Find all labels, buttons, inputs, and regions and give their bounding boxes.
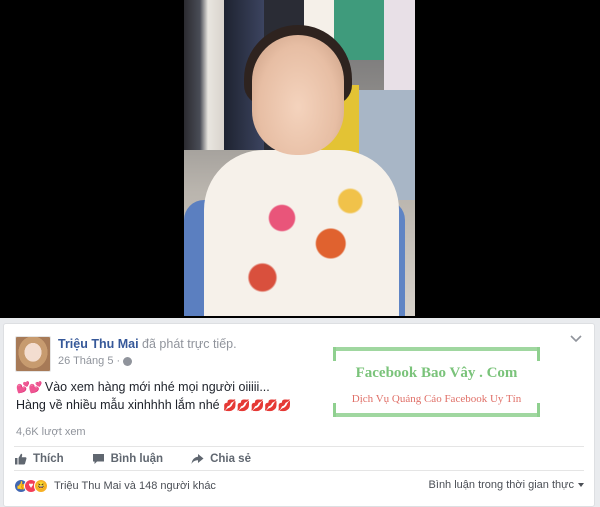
post-actions: Thích Bình luận Chia sẻ bbox=[14, 448, 251, 470]
author-action-text: đã phát trực tiếp. bbox=[142, 337, 237, 351]
share-icon bbox=[191, 454, 204, 464]
live-video-player[interactable] bbox=[0, 0, 600, 318]
post-meta: 26 Tháng 5 · bbox=[58, 355, 133, 367]
post-message-line: Hàng về nhiều mẫu xinhhhh lắm nhé 💋💋💋💋💋 bbox=[16, 397, 292, 415]
watermark: Facebook Bao Vây . Com Dịch Vụ Quảng Cáo… bbox=[333, 347, 540, 417]
view-count[interactable]: 4,6K lượt xem bbox=[16, 426, 86, 438]
post-text-line2: Hàng về nhiều mẫu xinhhhh lắm nhé bbox=[16, 398, 220, 412]
post-message: 💕💕 Vào xem hàng mới nhé mọi người oiiiii… bbox=[16, 379, 292, 415]
like-label: Thích bbox=[33, 453, 64, 465]
author-avatar[interactable] bbox=[15, 336, 51, 372]
reactions-text: Triệu Thu Mai và 148 người khác bbox=[54, 480, 216, 492]
post-date[interactable]: 26 Tháng 5 bbox=[58, 355, 113, 367]
share-label: Chia sẻ bbox=[210, 453, 251, 465]
hearts-icon: 💕💕 bbox=[16, 382, 42, 394]
clothes-rack bbox=[184, 0, 224, 150]
share-button[interactable]: Chia sẻ bbox=[191, 453, 251, 465]
comment-icon bbox=[92, 454, 104, 464]
watermark-subtitle: Dịch Vụ Quảng Cáo Facebook Uy Tín bbox=[351, 393, 522, 405]
post-text-line1: Vào xem hàng mới nhé mọi người oiiiii... bbox=[44, 380, 270, 394]
comment-label: Bình luận bbox=[110, 453, 164, 465]
globe-icon[interactable] bbox=[123, 356, 133, 366]
chevron-down-icon[interactable] bbox=[570, 334, 582, 344]
video-frame[interactable] bbox=[184, 0, 415, 316]
watermark-border bbox=[333, 347, 336, 361]
like-button[interactable]: Thích bbox=[14, 453, 64, 465]
divider bbox=[14, 470, 584, 471]
comment-button[interactable]: Bình luận bbox=[92, 453, 163, 465]
caret-down-icon bbox=[578, 483, 584, 487]
watermark-border bbox=[537, 347, 540, 361]
author-name-link[interactable]: Triệu Thu Mai bbox=[58, 337, 139, 351]
post-header: Triệu Thu Mai đã phát trực tiếp. bbox=[58, 337, 237, 351]
watermark-border bbox=[333, 413, 540, 417]
watermark-title: Facebook Bao Vây . Com bbox=[355, 365, 518, 381]
reactions-summary[interactable]: 👍 ♥ 😆 Triệu Thu Mai và 148 người khác bbox=[14, 479, 216, 493]
clothes-rack bbox=[384, 0, 415, 90]
comment-sort-dropdown[interactable]: Bình luận trong thời gian thực bbox=[429, 479, 584, 491]
reaction-icons: 👍 ♥ 😆 bbox=[14, 479, 48, 493]
divider bbox=[14, 446, 584, 447]
presenter-face bbox=[252, 35, 344, 155]
post-message-line: 💕💕 Vào xem hàng mới nhé mọi người oiiiii… bbox=[16, 379, 292, 397]
comment-sort-label: Bình luận trong thời gian thực bbox=[428, 479, 574, 491]
lips-icon: 💋💋💋💋💋 bbox=[223, 400, 292, 412]
meta-separator: · bbox=[116, 355, 121, 367]
presenter-blouse bbox=[204, 150, 399, 316]
thumbs-up-icon bbox=[15, 453, 27, 465]
haha-icon: 😆 bbox=[34, 479, 48, 493]
watermark-border bbox=[333, 347, 540, 351]
